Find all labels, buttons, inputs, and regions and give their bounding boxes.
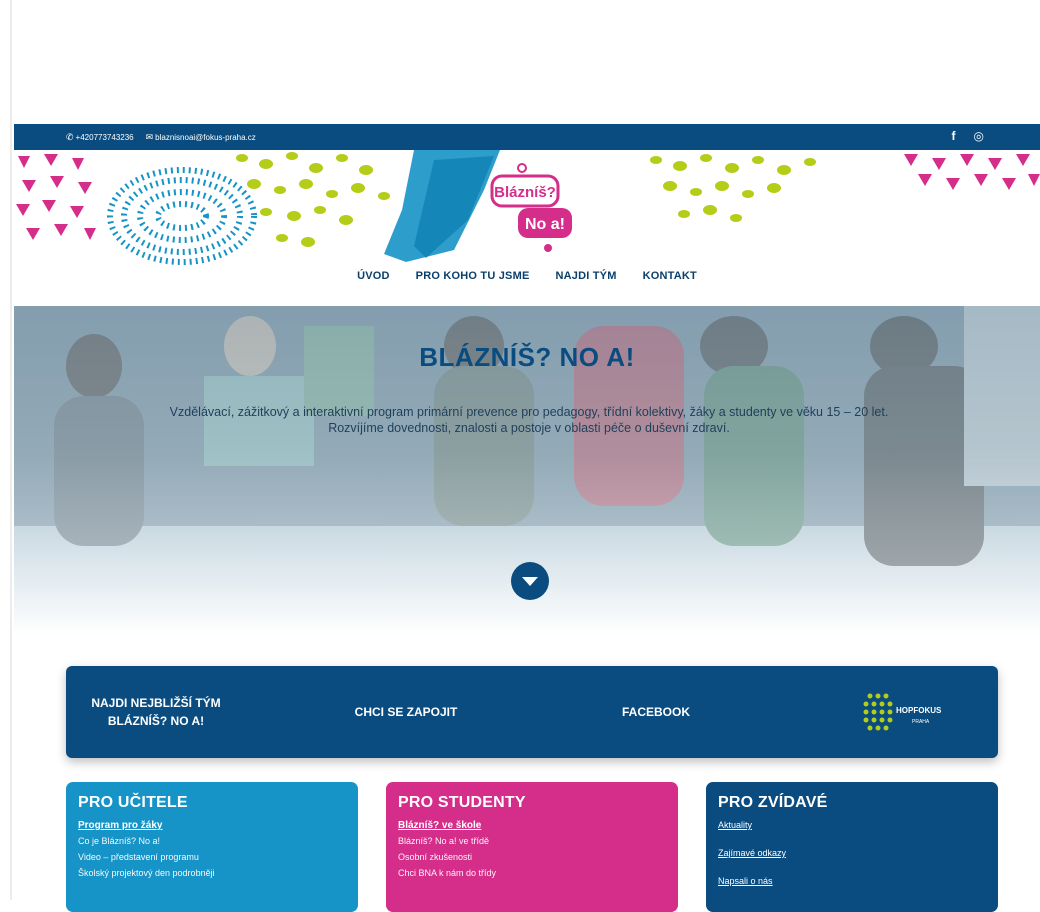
contact-info: ✆ +420773743236 ✉ blaznisnoai@fokus-praha.… xyxy=(66,132,256,143)
cta-bar: NAJDI NEJBLIŽŠÍ TÝM BLÁZNÍŠ? NO A! CHCI … xyxy=(66,666,998,758)
card-students: PRO STUDENTY Blázníš? ve škole Blázníš? … xyxy=(386,782,678,912)
join-link[interactable]: CHCI SE ZAPOJIT xyxy=(326,666,486,758)
card-title: PRO ZVÍDAVÉ xyxy=(718,794,828,811)
nav-item-kontakt[interactable]: KONTAKT xyxy=(641,270,699,282)
card-link[interactable]: Osobní zkušenosti xyxy=(398,852,666,862)
hero-subtitle-line1: Vzdělávací, zážitkový a interaktivní pro… xyxy=(169,405,889,419)
card-title: PRO STUDENTY xyxy=(398,794,526,811)
site-header: Blázníš? No a! ÚVOD PRO KOHO TU JSME NAJ… xyxy=(14,150,1040,306)
chevron-down-icon xyxy=(522,577,538,586)
hopfokus-logo[interactable]: HOPFOKUS PRAHA xyxy=(856,690,946,734)
card-lead-link[interactable]: Program pro žáky xyxy=(78,820,346,831)
find-team-link[interactable]: NAJDI NEJBLIŽŠÍ TÝM BLÁZNÍŠ? NO A! xyxy=(76,666,236,758)
nav-item-najdi-tym[interactable]: NAJDI TÝM xyxy=(553,270,618,282)
card-link[interactable]: Školský projektový den podrobněji xyxy=(78,868,346,878)
card-link[interactable]: Blázníš? No a! ve třídě xyxy=(398,836,666,846)
card-teachers: PRO UČITELE Program pro žáky Co je Blázn… xyxy=(66,782,358,912)
hero-subtitle-line2: Rozvíjíme dovednosti, znalosti a postoje… xyxy=(328,421,730,435)
card-link[interactable]: Napsali o nás xyxy=(718,876,986,886)
page: ✆ +420773743236 ✉ blaznisnoai@fokus-praha.… xyxy=(14,0,1040,912)
hero-title: BLÁZNÍŠ? NO A! xyxy=(419,342,635,372)
envelope-icon: ✉ xyxy=(145,132,154,142)
facebook-link[interactable]: FACEBOOK xyxy=(576,666,736,758)
social-links: f ◎ xyxy=(952,129,984,143)
card-link[interactable]: Zajímavé odkazy xyxy=(718,848,986,858)
page-edge xyxy=(10,0,12,900)
scroll-down-button[interactable] xyxy=(511,562,549,600)
card-link[interactable]: Chci BNA k nám do třídy xyxy=(398,868,666,878)
logo-line2: No a! xyxy=(525,216,565,233)
email-text: blaznisnoai@fokus-praha.cz xyxy=(155,133,256,142)
top-bar: ✆ +420773743236 ✉ blaznisnoai@fokus-praha.… xyxy=(14,124,1040,150)
phone-text: +420773743236 xyxy=(75,133,134,142)
nav-item-pro-koho[interactable]: PRO KOHO TU JSME xyxy=(414,270,532,282)
logo-line1: Blázníš? xyxy=(494,184,556,201)
main-nav: ÚVOD PRO KOHO TU JSME NAJDI TÝM KONTAKT xyxy=(14,270,1040,282)
card-link[interactable]: Co je Blázníš? No a! xyxy=(78,836,346,846)
phone-icon: ✆ xyxy=(66,132,74,142)
partner-sub: PRAHA xyxy=(912,719,930,725)
site-logo[interactable]: Blázníš? No a! xyxy=(488,162,578,262)
card-lead-link[interactable]: Blázníš? ve škole xyxy=(398,820,666,831)
instagram-icon[interactable]: ◎ xyxy=(974,129,984,143)
card-link[interactable]: Aktuality xyxy=(718,820,986,830)
partner-name: HOPFOKUS xyxy=(896,706,942,715)
phone-link[interactable]: ✆ +420773743236 xyxy=(66,132,134,143)
email-link[interactable]: ✉ blaznisnoai@fokus-praha.cz xyxy=(146,132,256,143)
card-link[interactable]: Video – představení programu xyxy=(78,852,346,862)
hero-subtitle: Vzdělávací, zážitkový a interaktivní pro… xyxy=(114,404,944,436)
hero-section: BLÁZNÍŠ? NO A! Vzdělávací, zážitkový a i… xyxy=(14,306,1040,636)
card-title: PRO UČITELE xyxy=(78,794,188,811)
nav-item-uvod[interactable]: ÚVOD xyxy=(355,270,392,282)
facebook-icon[interactable]: f xyxy=(952,129,956,143)
card-curious: PRO ZVÍDAVÉ Aktuality Zajímavé odkazy Na… xyxy=(706,782,998,912)
